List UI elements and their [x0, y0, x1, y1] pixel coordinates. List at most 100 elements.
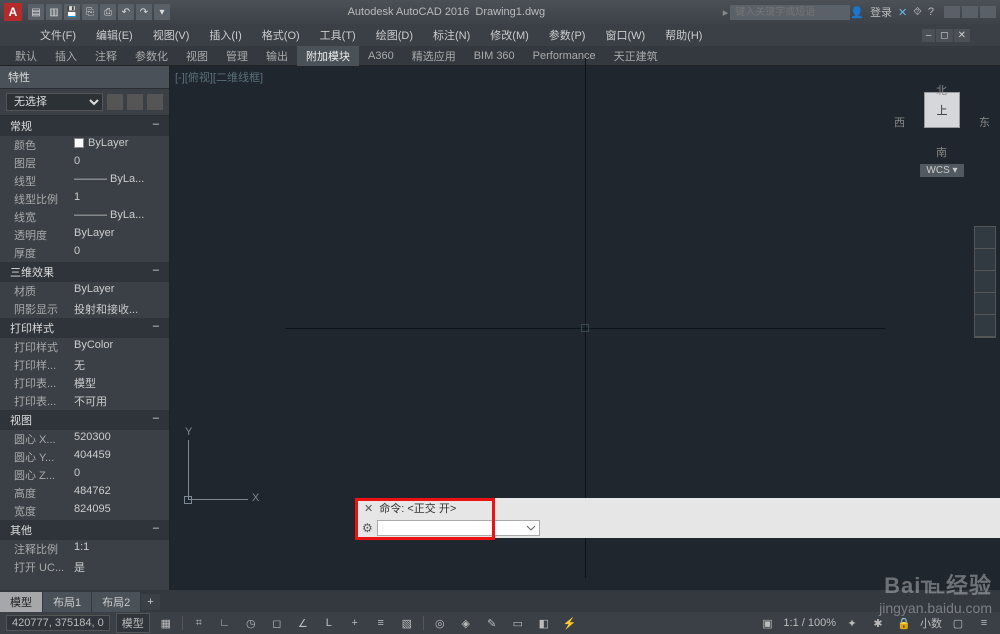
pickadd-icon[interactable]	[147, 94, 163, 110]
hardware-accel-icon[interactable]: ⚡	[560, 615, 580, 631]
dyninput-toggle-icon[interactable]: +	[345, 615, 365, 631]
menu-9[interactable]: 参数(P)	[539, 24, 596, 46]
qat-undo-icon[interactable]: ↶	[118, 4, 134, 20]
grid-toggle-icon[interactable]: ▦	[156, 615, 176, 631]
quick-properties-icon[interactable]: ▭	[508, 615, 528, 631]
exchange-icon[interactable]: ✕	[898, 6, 907, 19]
nav-orbit-icon[interactable]	[975, 293, 995, 315]
property-row[interactable]: 高度484762	[0, 484, 169, 502]
nav-showmotion-icon[interactable]	[975, 315, 995, 337]
menu-4[interactable]: 格式(O)	[252, 24, 310, 46]
ribbon-tab-10[interactable]: BIM 360	[465, 48, 524, 64]
layout-tab-1[interactable]: 布局1	[43, 592, 91, 612]
section-header-4[interactable]: 其他–	[0, 520, 169, 540]
selection-dropdown[interactable]: 无选择	[6, 93, 103, 111]
nav-wheel-icon[interactable]	[975, 227, 995, 249]
units-display[interactable]: 小数	[920, 615, 942, 631]
qat-more-icon[interactable]: ▾	[154, 4, 170, 20]
menu-10[interactable]: 窗口(W)	[595, 24, 655, 46]
section-header-2[interactable]: 打印样式–	[0, 318, 169, 338]
select-objects-icon[interactable]	[127, 94, 143, 110]
command-input[interactable]	[377, 520, 540, 536]
cmd-options-icon[interactable]: ⚙	[362, 521, 373, 535]
help-icon[interactable]: ?	[928, 6, 934, 18]
signin-icon[interactable]: 👤	[850, 6, 864, 19]
transparency-toggle-icon[interactable]: ▧	[397, 615, 417, 631]
layout-tab-2[interactable]: 布局2	[92, 592, 140, 612]
close-button[interactable]	[980, 6, 996, 18]
otrack-toggle-icon[interactable]: ∠	[293, 615, 313, 631]
property-row[interactable]: 圆心 Y...404459	[0, 448, 169, 466]
nav-zoom-icon[interactable]	[975, 271, 995, 293]
lineweight-toggle-icon[interactable]: ≡	[371, 615, 391, 631]
menu-2[interactable]: 视图(V)	[143, 24, 200, 46]
property-row[interactable]: 打印表...模型	[0, 374, 169, 392]
qat-redo-icon[interactable]: ↷	[136, 4, 152, 20]
menu-8[interactable]: 修改(M)	[480, 24, 539, 46]
property-row[interactable]: 宽度824095	[0, 502, 169, 520]
maximize-button[interactable]	[962, 6, 978, 18]
property-row[interactable]: 颜色ByLayer	[0, 136, 169, 154]
property-row[interactable]: 打印样式ByColor	[0, 338, 169, 356]
viewport-controls[interactable]: [-][俯视][二维线框]	[175, 69, 263, 85]
drawing-canvas[interactable]: [-][俯视][二维线框] Y X 北 西 东 上 南 WCS ▾ ✕	[170, 66, 1000, 590]
mdi-minimize-button[interactable]: –	[922, 29, 936, 42]
quick-select-icon[interactable]	[107, 94, 123, 110]
property-row[interactable]: 图层0	[0, 154, 169, 172]
property-row[interactable]: 注释比例1:1	[0, 540, 169, 558]
lock-ui-icon[interactable]: 🔒	[894, 615, 914, 631]
selection-cycling-icon[interactable]: ◎	[430, 615, 450, 631]
dynucs-toggle-icon[interactable]: L	[319, 615, 339, 631]
property-row[interactable]: 线宽——— ByLa...	[0, 208, 169, 226]
signin-label[interactable]: 登录	[870, 4, 892, 20]
a360-icon[interactable]: ⯑	[913, 6, 922, 19]
property-row[interactable]: 打印表...不可用	[0, 392, 169, 410]
status-coordinates[interactable]: 420777, 375184, 0	[6, 615, 110, 631]
ribbon-tab-8[interactable]: A360	[359, 48, 403, 64]
mdi-restore-button[interactable]: ◻	[936, 29, 952, 42]
menu-1[interactable]: 编辑(E)	[86, 24, 143, 46]
ribbon-tab-2[interactable]: 注释	[86, 46, 126, 66]
menu-0[interactable]: 文件(F)	[30, 24, 86, 46]
property-row[interactable]: 圆心 X...520300	[0, 430, 169, 448]
qat-save-icon[interactable]: 💾	[64, 4, 80, 20]
isoplane-icon[interactable]: ◧	[534, 615, 554, 631]
qat-open-icon[interactable]: ▥	[46, 4, 62, 20]
ribbon-tab-9[interactable]: 精选应用	[403, 46, 465, 66]
ribbon-tab-11[interactable]: Performance	[524, 48, 605, 64]
property-row[interactable]: 透明度ByLayer	[0, 226, 169, 244]
menu-3[interactable]: 插入(I)	[199, 24, 251, 46]
menu-5[interactable]: 工具(T)	[310, 24, 366, 46]
menu-6[interactable]: 绘图(D)	[366, 24, 423, 46]
customization-icon[interactable]: ≡	[974, 615, 994, 631]
ribbon-tab-1[interactable]: 插入	[46, 46, 86, 66]
menu-7[interactable]: 标注(N)	[423, 24, 480, 46]
navigation-bar[interactable]	[974, 226, 996, 338]
ribbon-tab-12[interactable]: 天正建筑	[605, 46, 667, 66]
help-search-input[interactable]	[730, 5, 850, 20]
view-cube[interactable]: 北 西 东 上 南 WCS ▾	[902, 86, 982, 177]
cmd-close-icon[interactable]: ✕	[364, 502, 373, 515]
3dosnap-icon[interactable]: ◈	[456, 615, 476, 631]
osnap-toggle-icon[interactable]: ◻	[267, 615, 287, 631]
ribbon-tab-4[interactable]: 视图	[177, 46, 217, 66]
qat-new-icon[interactable]: ▤	[28, 4, 44, 20]
minimize-button[interactable]	[944, 6, 960, 18]
wcs-dropdown[interactable]: WCS ▾	[920, 164, 963, 177]
qat-saveas-icon[interactable]: ⎘	[82, 4, 98, 20]
command-window[interactable]: ✕ 命令: <正交 开> ⚙	[358, 498, 1000, 538]
add-layout-button[interactable]: +	[141, 594, 159, 610]
property-row[interactable]: 圆心 Z...0	[0, 466, 169, 484]
clean-screen-icon[interactable]: ▢	[948, 615, 968, 631]
model-space-toggle[interactable]: ▣	[757, 615, 777, 631]
app-logo[interactable]: A	[4, 3, 22, 21]
property-row[interactable]: 厚度0	[0, 244, 169, 262]
qat-print-icon[interactable]: ⎙	[100, 4, 116, 20]
annotation-monitor-icon[interactable]: ✎	[482, 615, 502, 631]
property-row[interactable]: 线型比例1	[0, 190, 169, 208]
snap-toggle-icon[interactable]: ⌗	[189, 615, 209, 631]
ortho-toggle-icon[interactable]: ∟	[215, 615, 235, 631]
ribbon-tab-0[interactable]: 默认	[6, 46, 46, 66]
property-row[interactable]: 打开 UC...是	[0, 558, 169, 576]
status-space[interactable]: 模型	[116, 613, 150, 633]
